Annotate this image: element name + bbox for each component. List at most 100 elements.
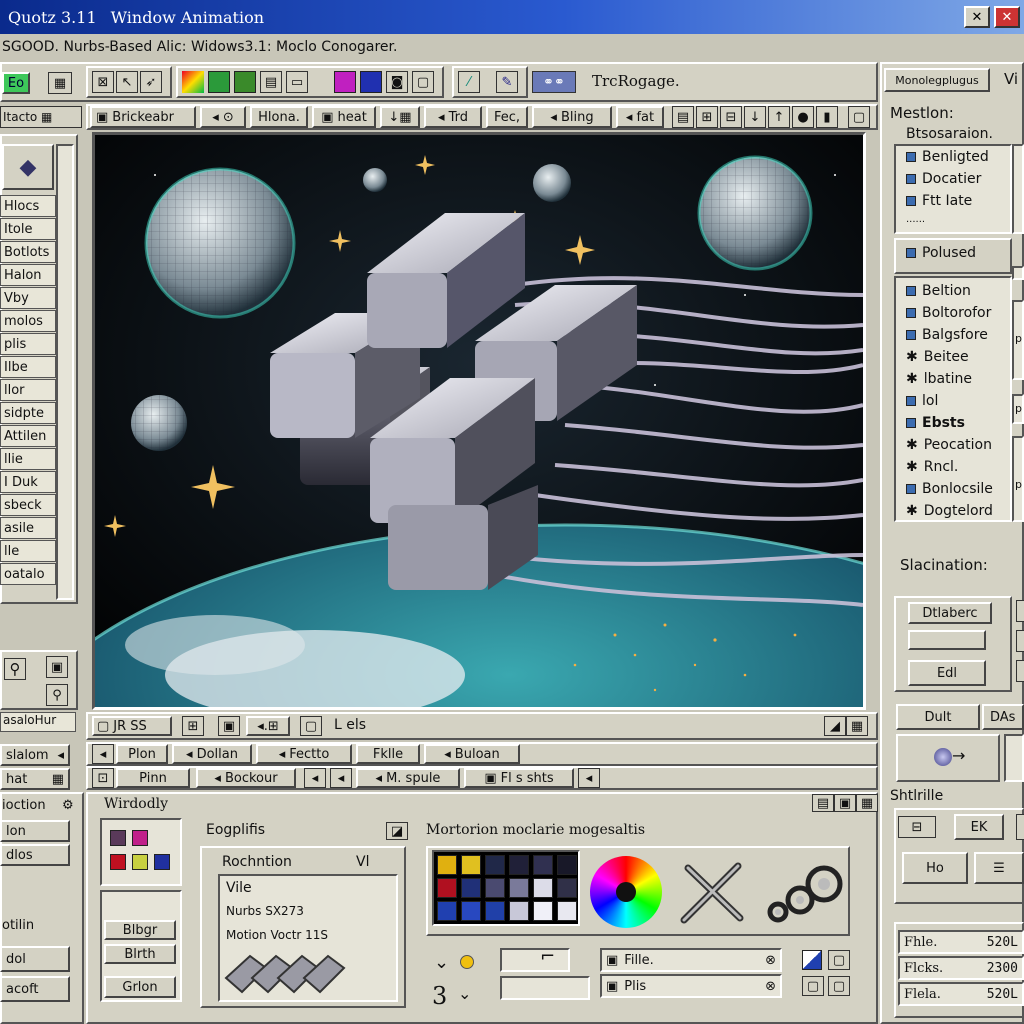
prop-row[interactable]: Balgsfore bbox=[896, 324, 1008, 346]
panel-maximize-icon[interactable]: ▣ bbox=[834, 794, 856, 812]
value-field[interactable] bbox=[500, 948, 570, 972]
grlon-button[interactable]: Grlon bbox=[104, 976, 176, 998]
gears-icon[interactable] bbox=[764, 862, 844, 928]
group-2-title[interactable]: Polused bbox=[896, 242, 976, 264]
swatch[interactable] bbox=[533, 855, 553, 875]
list-item[interactable]: Ilbe bbox=[0, 356, 56, 378]
dlos-button[interactable]: dlos bbox=[0, 844, 70, 866]
value-field-2[interactable] bbox=[500, 976, 590, 1000]
list-item[interactable]: Vby bbox=[0, 287, 56, 309]
green-swatch-icon[interactable] bbox=[208, 71, 230, 93]
menu-bar[interactable]: SGOOD. Nurbs-Based Alic: Widows3.1: Mocl… bbox=[0, 36, 1024, 58]
shts-button[interactable]: ▣ Fl s shts bbox=[464, 768, 574, 788]
swatch-purple[interactable] bbox=[110, 830, 126, 846]
list-item[interactable]: molos bbox=[0, 310, 56, 332]
tripod-icon[interactable]: ⚲ bbox=[4, 658, 26, 680]
swatch[interactable] bbox=[437, 878, 457, 898]
square-icon[interactable]: ▢ bbox=[828, 950, 850, 970]
square-icon[interactable]: ▢ bbox=[828, 976, 850, 996]
prop-row[interactable]: Benligted bbox=[896, 146, 1008, 168]
list-item[interactable]: plis bbox=[0, 333, 56, 355]
download-icon[interactable]: ↓ bbox=[744, 106, 766, 128]
grid-icon[interactable]: ▦ bbox=[48, 72, 72, 94]
grid-view-icon[interactable]: ▦ bbox=[846, 716, 868, 736]
swatch[interactable] bbox=[533, 901, 553, 921]
viewport-frame[interactable] bbox=[3, 132, 1024, 1024]
pinn-button[interactable]: Pinn bbox=[116, 768, 190, 788]
pen-icon[interactable] bbox=[234, 71, 256, 93]
prop-row[interactable]: ✱ Peocation bbox=[896, 434, 1008, 456]
file-row-0[interactable]: ▣ Fille. ⊗ bbox=[600, 948, 782, 972]
panel-menu-icon[interactable]: ▤ bbox=[812, 794, 834, 812]
side-icon[interactable] bbox=[1016, 660, 1024, 682]
swatch-blue[interactable] bbox=[154, 854, 170, 870]
blank-button[interactable] bbox=[908, 630, 986, 650]
node-icon[interactable] bbox=[934, 748, 952, 766]
palette-icon[interactable] bbox=[182, 71, 204, 93]
pencil-icon[interactable]: ✎ bbox=[496, 71, 518, 93]
swatch-red[interactable] bbox=[110, 854, 126, 870]
pause-icon[interactable]: ▮ bbox=[816, 106, 838, 128]
blbgr-button[interactable]: Blbgr bbox=[104, 920, 176, 940]
swatch[interactable] bbox=[461, 855, 481, 875]
bockour-button[interactable]: ◂ Bockour bbox=[196, 768, 296, 788]
camera-icon[interactable]: ◙ bbox=[386, 71, 408, 93]
eo-button[interactable]: Eo bbox=[2, 72, 30, 94]
acoft-button[interactable]: acoft bbox=[0, 976, 70, 1002]
swatch[interactable] bbox=[437, 901, 457, 921]
list-item[interactable]: Attilen bbox=[0, 425, 56, 447]
pin-icon[interactable]: ◪ bbox=[386, 822, 408, 840]
prop-row[interactable]: Bonlocsile bbox=[896, 478, 1008, 500]
list-item[interactable]: oatalo bbox=[0, 563, 56, 585]
color-picker-icon[interactable] bbox=[802, 950, 822, 970]
prop-row[interactable]: Boltorofor bbox=[896, 302, 1008, 324]
slalom-button[interactable]: slalom ◂ bbox=[0, 744, 70, 766]
swatch-pink[interactable] bbox=[132, 830, 148, 846]
swatch[interactable] bbox=[485, 901, 505, 921]
arrow-icon[interactable]: ◂ bbox=[330, 768, 352, 788]
fectto-button[interactable]: ◂ Fectto bbox=[256, 744, 352, 764]
side-icon[interactable] bbox=[1016, 630, 1024, 652]
file-item[interactable]: Flcks. 2300 bbox=[898, 956, 1024, 980]
prop-row[interactable]: Ftt Iate bbox=[896, 190, 1008, 212]
list-item[interactable]: llor bbox=[0, 379, 56, 401]
group-3-title[interactable]: Ebsts bbox=[896, 412, 1008, 434]
swatch[interactable] bbox=[509, 901, 529, 921]
arrow-icon[interactable]: ◂ bbox=[304, 768, 326, 788]
swatch[interactable] bbox=[485, 855, 505, 875]
sub-item-6[interactable]: ◂ fat bbox=[616, 106, 664, 128]
sub-item-4[interactable]: Fec, bbox=[486, 106, 528, 128]
swatch[interactable] bbox=[461, 878, 481, 898]
plon-button[interactable]: Plon bbox=[116, 744, 168, 764]
search-icon[interactable]: ⚲ bbox=[46, 684, 68, 706]
list-item[interactable]: llie bbox=[0, 448, 56, 470]
square-icon[interactable]: ▢ bbox=[802, 976, 824, 996]
maximize-icon[interactable]: ▢ bbox=[848, 106, 870, 128]
menu-icon[interactable]: ☰ bbox=[974, 852, 1024, 884]
list-item[interactable]: I Duk bbox=[0, 471, 56, 493]
upload-icon[interactable]: ↑ bbox=[768, 106, 790, 128]
shape-icon[interactable]: ▭ bbox=[286, 71, 308, 93]
gear-icon[interactable]: ⚙ bbox=[62, 798, 74, 813]
roto-view[interactable]: Vl bbox=[356, 854, 369, 870]
blrth-button[interactable]: Blrth bbox=[104, 944, 176, 964]
swatch[interactable] bbox=[533, 878, 553, 898]
list-item[interactable]: Halon bbox=[0, 264, 56, 286]
spule-button[interactable]: ◂ M. spule bbox=[356, 768, 460, 788]
side-icon[interactable] bbox=[1016, 814, 1024, 840]
cursor-icon[interactable]: ↖ bbox=[116, 71, 138, 93]
panel-close-icon[interactable]: ▦ bbox=[856, 794, 878, 812]
prop-row[interactable]: ✱ Beitee bbox=[896, 346, 1008, 368]
left-scrollbar[interactable] bbox=[56, 144, 74, 600]
das-button[interactable]: DAs bbox=[982, 704, 1024, 730]
prop-row[interactable]: Beltion bbox=[896, 280, 1008, 302]
swatch[interactable] bbox=[557, 901, 577, 921]
color-wheel-icon[interactable] bbox=[590, 856, 662, 928]
jr-button[interactable]: ▢ JR SS bbox=[92, 716, 172, 736]
brush-icon[interactable]: ⁄ bbox=[458, 71, 480, 93]
file-item[interactable]: Fhle. 520L bbox=[898, 930, 1024, 954]
list-item[interactable]: Botlots bbox=[0, 241, 56, 263]
edit-icon[interactable]: ⌐ bbox=[540, 946, 555, 967]
arrow-icon[interactable]: ◂ bbox=[578, 768, 600, 788]
dtlaberc-button[interactable]: Dtlaberc bbox=[908, 602, 992, 624]
